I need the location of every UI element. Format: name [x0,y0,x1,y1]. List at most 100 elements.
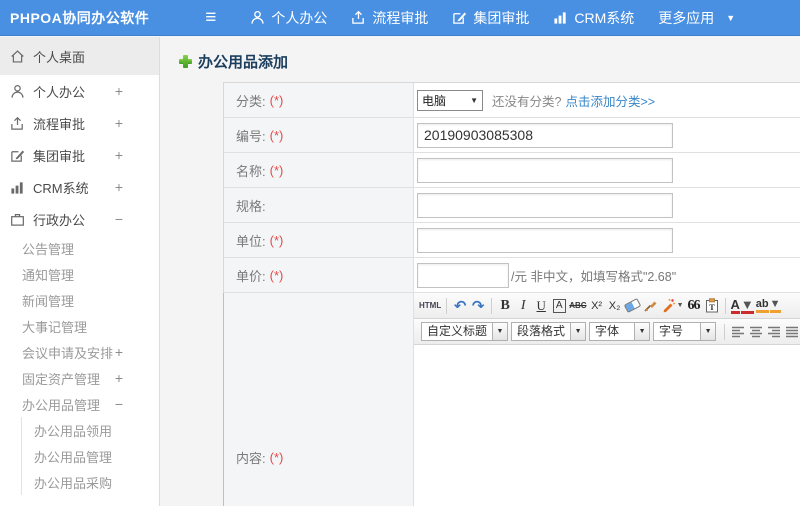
sidebar-item-events-mgmt[interactable]: 大事记管理 [0,313,159,339]
unit-input[interactable] [417,227,673,253]
strikethrough-button[interactable]: ABC [568,296,587,316]
highlight-color-button[interactable]: ab ▼ [755,296,782,316]
align-right-button[interactable] [765,322,783,342]
add-icon [179,55,192,68]
required-mark: (*) [269,92,284,108]
sidebar-item-supplies-purchase[interactable]: 办公用品采购 [21,469,159,495]
flow-icon [11,116,23,130]
html-source-button[interactable]: HTML [418,296,442,316]
align-justify-button[interactable] [783,322,800,342]
expand-icon[interactable]: + [115,84,123,98]
sidebar-item-fixed-assets-mgmt[interactable]: 固定资产管理 + [0,365,159,391]
category-hint: 还没有分类? [492,94,562,109]
sidebar-item-label: 行政办公 [33,212,86,228]
underline-button[interactable]: U [532,296,550,316]
sidebar-item-label: 办公用品采购 [34,475,113,491]
font-size-dropdown[interactable]: 字号 ▼ [653,322,717,341]
superscript-button[interactable]: X² [588,296,606,316]
custom-title-dropdown[interactable]: 自定义标题 ▼ [421,322,509,341]
add-category-link[interactable]: 点击添加分类>> [565,91,655,110]
sidebar-item-group-approval[interactable]: 集团审批 + [0,139,159,171]
sidebar-item-crm-system[interactable]: CRM系统 + [0,171,159,203]
sidebar: 个人桌面 个人办公 + 流程审批 + 集团审批 + CRM系统 + 行政办公 −… [0,37,160,506]
required-mark: (*) [269,162,284,178]
sidebar-item-notice-mgmt[interactable]: 通知管理 [0,261,159,287]
align-left-button[interactable] [729,322,747,342]
sidebar-item-personal-desktop[interactable]: 个人桌面 [0,37,159,75]
caret-down-icon: ▼ [635,322,651,341]
top-nav-workflow-approval[interactable]: 流程审批 [351,8,428,28]
spec-input[interactable] [417,192,673,218]
sidebar-item-announcement-mgmt[interactable]: 公告管理 [0,235,159,261]
paragraph-format-dropdown[interactable]: 段落格式 ▼ [511,322,587,341]
paste-text-button[interactable]: T [703,296,721,316]
top-nav-label: 流程审批 [372,9,429,26]
main-content: 办公用品添加 分类: (*) 电脑 ▼ 还没有分类? 点击添加分类>> 编号: … [161,37,800,506]
sidebar-item-news-mgmt[interactable]: 新闻管理 [0,287,159,313]
caret-down-icon: ▼ [676,302,684,309]
sidebar-item-admin-office[interactable]: 行政办公 − [0,203,159,235]
sidebar-item-office-supplies-mgmt[interactable]: 办公用品管理 − [0,391,159,417]
font-family-dropdown[interactable]: 字体 ▼ [589,322,651,341]
collapse-icon[interactable]: − [115,397,123,411]
eraser-button[interactable] [623,296,642,316]
editor-toolbar-row2: 自定义标题 ▼ 段落格式 ▼ 字体 ▼ 字号 ▼ [414,319,800,345]
price-input[interactable] [417,262,509,288]
expand-icon[interactable]: + [115,345,123,359]
name-input[interactable] [417,157,673,183]
number-input[interactable] [417,122,673,148]
expand-icon[interactable]: + [115,180,123,194]
hamburger-menu-icon[interactable]: ≡ [205,8,216,27]
font-border-button[interactable]: A [550,296,568,316]
dropdown-label: 字号 [653,322,702,341]
format-painter-button[interactable]: ▼ [660,296,685,316]
label-text: 编号: [236,128,266,144]
sidebar-item-label: 个人桌面 [33,49,86,65]
undo-button[interactable]: ↶ [451,296,469,316]
top-nav-crm-system[interactable]: CRM系统 [553,8,634,28]
subscript-button[interactable]: X₂ [606,296,624,316]
dropdown-label: 自定义标题 [421,322,494,341]
edit-icon [11,149,25,162]
expand-icon[interactable]: + [115,116,123,130]
top-nav-personal-office[interactable]: 个人办公 [250,8,327,28]
sidebar-item-label: 公告管理 [22,241,75,257]
user-icon [251,10,264,24]
collapse-icon[interactable]: − [115,212,123,226]
editor-content-area[interactable] [414,345,800,506]
sidebar-item-personal-office[interactable]: 个人办公 + [0,75,159,107]
sidebar-item-workflow-approval[interactable]: 流程审批 + [0,107,159,139]
redo-button[interactable]: ↷ [469,296,487,316]
bold-button[interactable]: B [496,296,514,316]
italic-button[interactable]: I [514,296,532,316]
chart-icon [11,181,23,194]
form-row-category: 分类: (*) 电脑 ▼ 还没有分类? 点击添加分类>> [224,83,800,118]
top-nav: 个人办公 流程审批 集团审批 CRM系统 更多应用 ▼ [250,8,759,28]
blockquote-button[interactable]: 66 [685,296,703,316]
align-justify-icon [786,326,799,337]
font-color-button[interactable]: A ▼ [730,296,755,316]
expand-icon[interactable]: + [115,148,123,162]
sidebar-item-supplies-management[interactable]: 办公用品管理 [21,443,159,469]
sidebar-item-label: 固定资产管理 [22,371,101,387]
top-nav-group-approval[interactable]: 集团审批 [452,8,529,28]
field-label: 内容: (*) [224,293,414,506]
field-label: 单价: (*) [224,258,414,292]
top-nav-label: CRM系统 [574,9,635,26]
expand-icon[interactable]: + [115,371,123,385]
field-label: 分类: (*) [224,83,414,117]
category-select[interactable]: 电脑 ▼ [417,89,483,111]
format-clear-button[interactable] [642,296,660,316]
page-title-text: 办公用品添加 [198,54,289,71]
label-text: 单位: [236,233,266,249]
field-label: 名称: (*) [224,153,414,187]
top-nav-more-apps[interactable]: 更多应用 ▼ [658,8,735,28]
top-nav-label: 个人办公 [271,9,328,26]
toolbar-separator [446,297,448,314]
broom-icon [644,301,657,312]
align-center-button[interactable] [747,322,765,342]
sidebar-item-meeting-request[interactable]: 会议申请及安排 + [0,339,159,365]
label-text: 规格: [236,198,266,214]
sidebar-item-supplies-requisition[interactable]: 办公用品领用 [21,417,159,443]
required-mark: (*) [269,127,284,143]
